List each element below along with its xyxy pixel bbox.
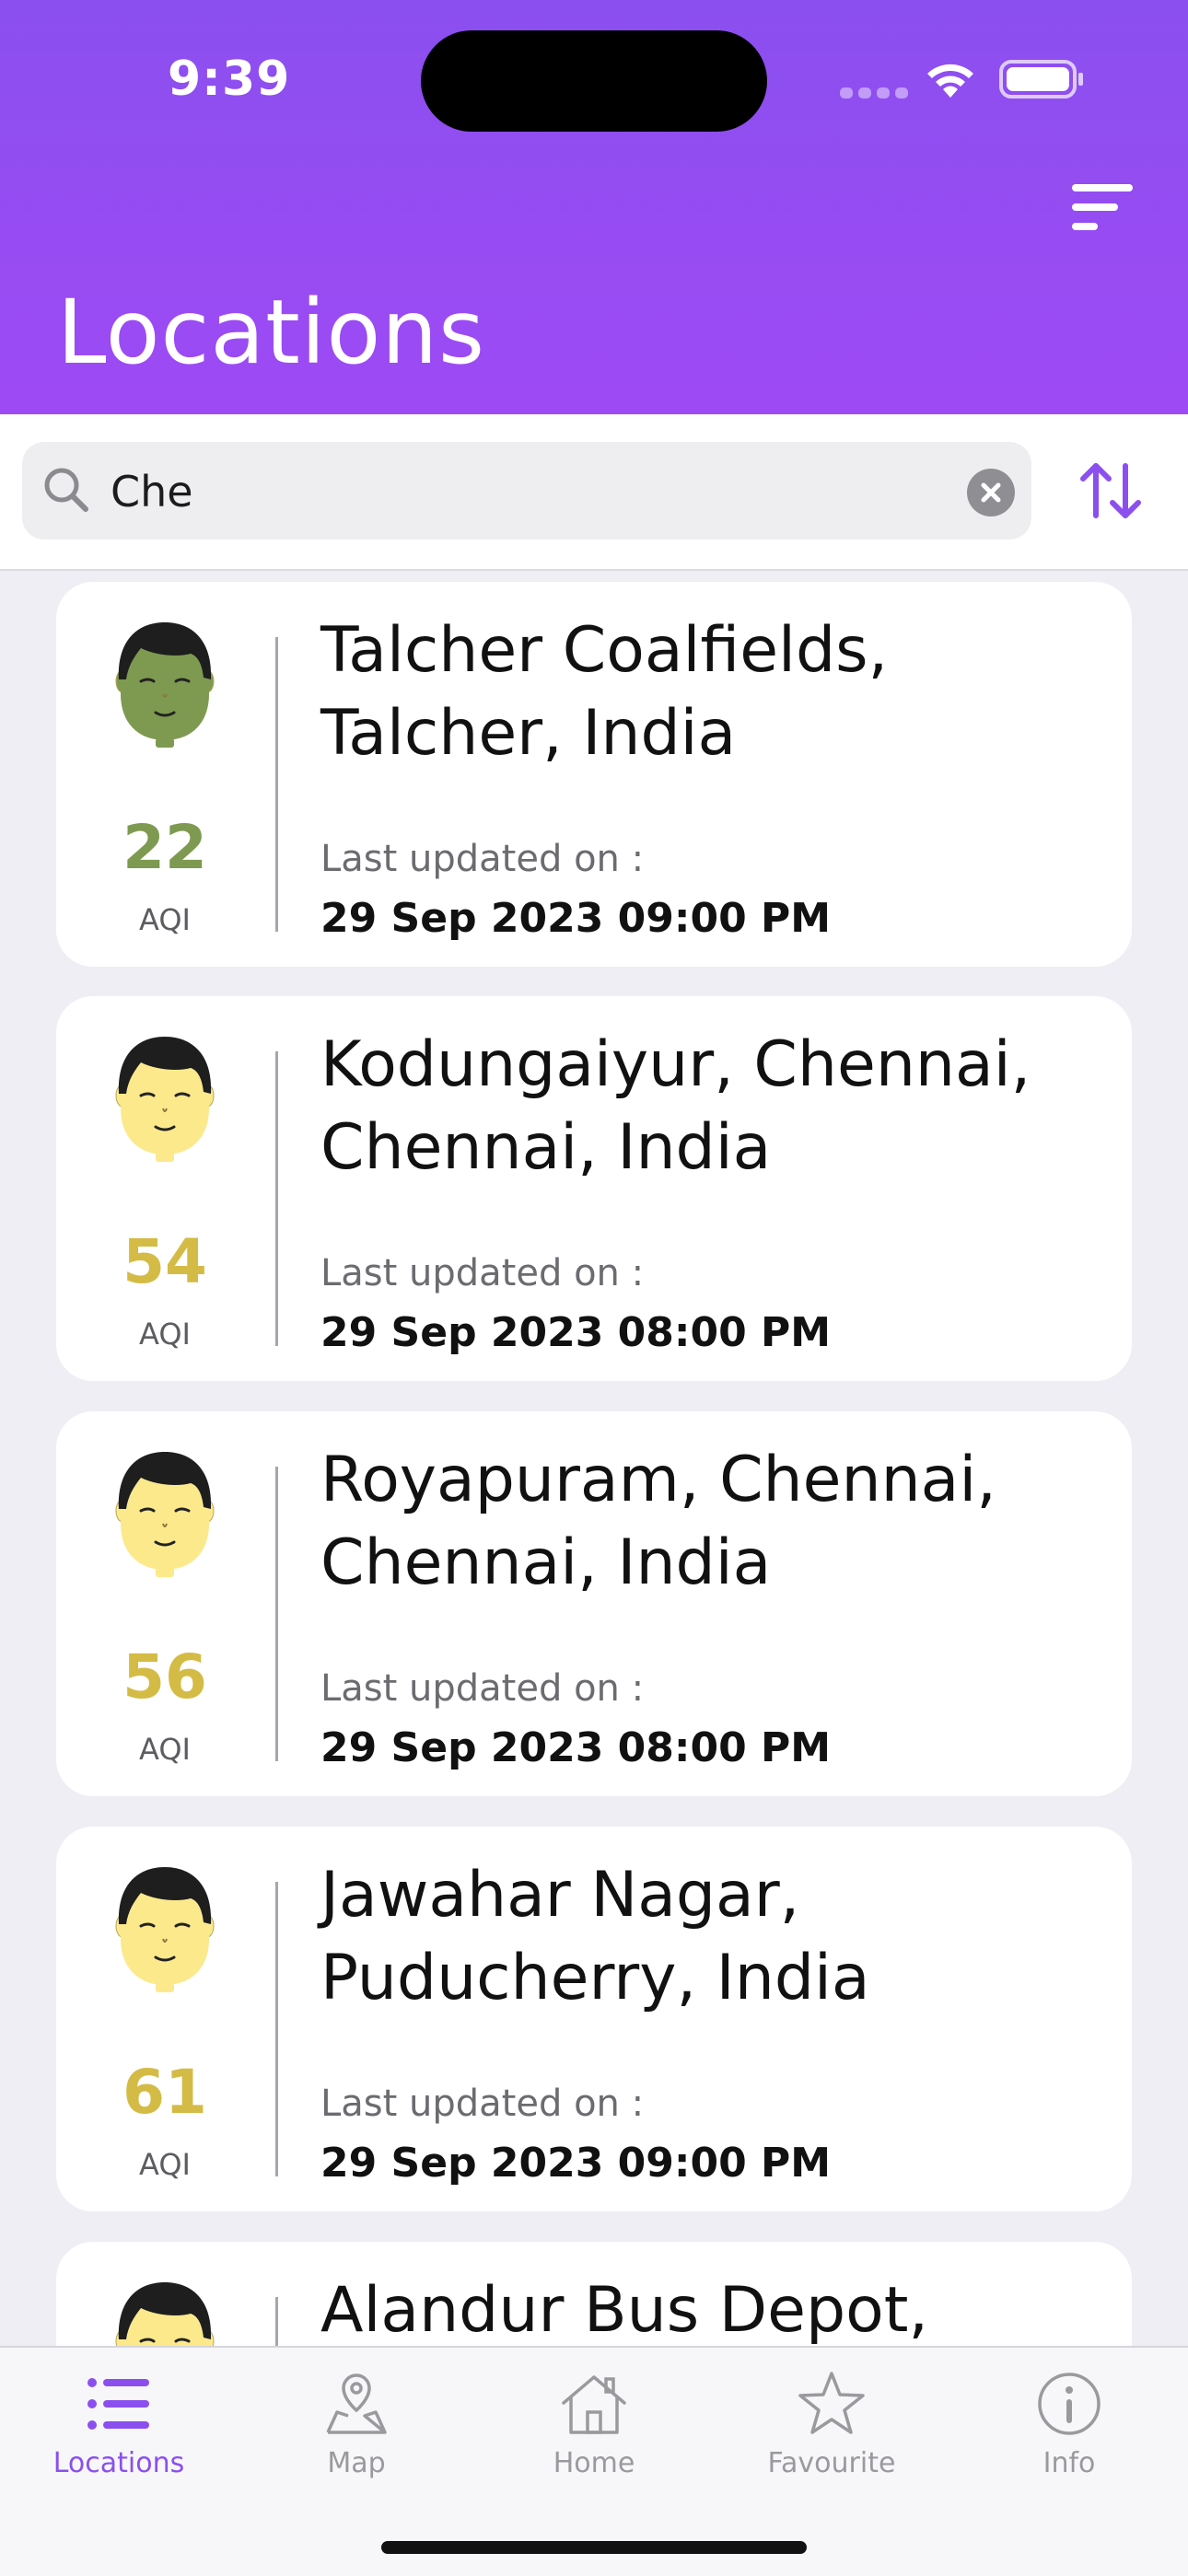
tab-label: Info: [1042, 2447, 1096, 2479]
divider: [275, 637, 278, 932]
aqi-label: AQI: [139, 1732, 191, 1767]
last-updated-value: 29 Sep 2023 09:00 PM: [320, 2140, 832, 2187]
aqi-label: AQI: [139, 902, 191, 937]
location-name: Jawahar Nagar, Puducherry, India: [320, 1859, 870, 2014]
location-card[interactable]: 61 AQI Jawahar Nagar, Puducherry, India L…: [56, 1827, 1132, 2211]
divider: [275, 1051, 278, 1346]
filter-lines-icon[interactable]: [1068, 180, 1136, 234]
last-updated-value: 29 Sep 2023 09:00 PM: [320, 895, 832, 942]
aqi-value: 61: [122, 2057, 207, 2128]
location-card[interactable]: 54 AQI Kodungaiyur, Chennai, Chennai, Ind…: [56, 996, 1132, 1381]
divider: [275, 1467, 278, 1761]
status-bar: 9:39: [0, 0, 1188, 157]
last-updated-label: Last updated on :: [320, 1252, 645, 1294]
aqi-face-icon: [115, 2282, 215, 2346]
tab-home[interactable]: Home: [475, 2348, 713, 2532]
dynamic-island: [421, 30, 767, 132]
search-icon: [44, 468, 88, 512]
tab-label: Locations: [52, 2447, 185, 2479]
tab-map[interactable]: Map: [238, 2348, 475, 2532]
wifi-icon: [927, 64, 973, 98]
status-time: 9:39: [168, 52, 291, 107]
divider: [275, 2297, 278, 2346]
aqi-value: 22: [122, 812, 207, 883]
aqi-face-icon: [115, 622, 215, 748]
divider: [275, 1882, 278, 2176]
last-updated-label: Last updated on :: [320, 1667, 645, 1710]
tab-locations[interactable]: Locations: [0, 2348, 238, 2532]
aqi-face-icon: [115, 1867, 215, 1992]
tab-info[interactable]: Info: [950, 2348, 1188, 2532]
home-icon: [562, 2375, 626, 2434]
aqi-label: AQI: [139, 1317, 191, 1352]
location-name: Alandur Bus Depot,: [320, 2274, 929, 2346]
home-indicator: [381, 2541, 807, 2554]
aqi-face-icon: [115, 1037, 215, 1162]
map-icon: [326, 2373, 387, 2434]
aqi-value: 54: [122, 1226, 207, 1297]
clear-icon[interactable]: [967, 469, 1015, 516]
battery-icon: [999, 60, 1083, 99]
location-card[interactable]: Alandur Bus Depot,: [56, 2242, 1132, 2346]
star-icon: [798, 2372, 865, 2434]
last-updated-label: Last updated on :: [320, 2083, 645, 2125]
location-name: Talcher Coalfields, Talcher, India: [320, 614, 889, 770]
location-card[interactable]: 56 AQI Royapuram, Chennai, Chennai, India…: [56, 1411, 1132, 1796]
last-updated-value: 29 Sep 2023 08:00 PM: [320, 1309, 832, 1356]
last-updated-label: Last updated on :: [320, 838, 645, 880]
tab-label: Home: [553, 2447, 635, 2479]
sort-arrows-icon[interactable]: [1076, 458, 1146, 523]
search-input[interactable]: [109, 460, 941, 523]
locations-list[interactable]: 22 AQI Talcher Coalfields, Talcher, India…: [0, 569, 1188, 2346]
tab-label: Favourite: [767, 2447, 896, 2479]
location-name: Kodungaiyur, Chennai, Chennai, India: [320, 1028, 1031, 1184]
location-card[interactable]: 22 AQI Talcher Coalfields, Talcher, India…: [56, 582, 1132, 967]
cellular-signal-icon: [840, 85, 914, 99]
list-icon: [87, 2378, 149, 2430]
aqi-value: 56: [122, 1642, 207, 1712]
tab-label: Map: [327, 2447, 386, 2479]
header: 9:39 Locations: [0, 0, 1188, 414]
location-name: Royapuram, Chennai, Chennai, India: [320, 1444, 996, 1599]
aqi-label: AQI: [139, 2147, 191, 2182]
last-updated-value: 29 Sep 2023 08:00 PM: [320, 1724, 832, 1771]
page-title: Locations: [57, 281, 486, 384]
info-icon: [1038, 2373, 1101, 2435]
tab-favourite[interactable]: Favourite: [713, 2348, 950, 2532]
aqi-face-icon: [115, 1452, 215, 1577]
